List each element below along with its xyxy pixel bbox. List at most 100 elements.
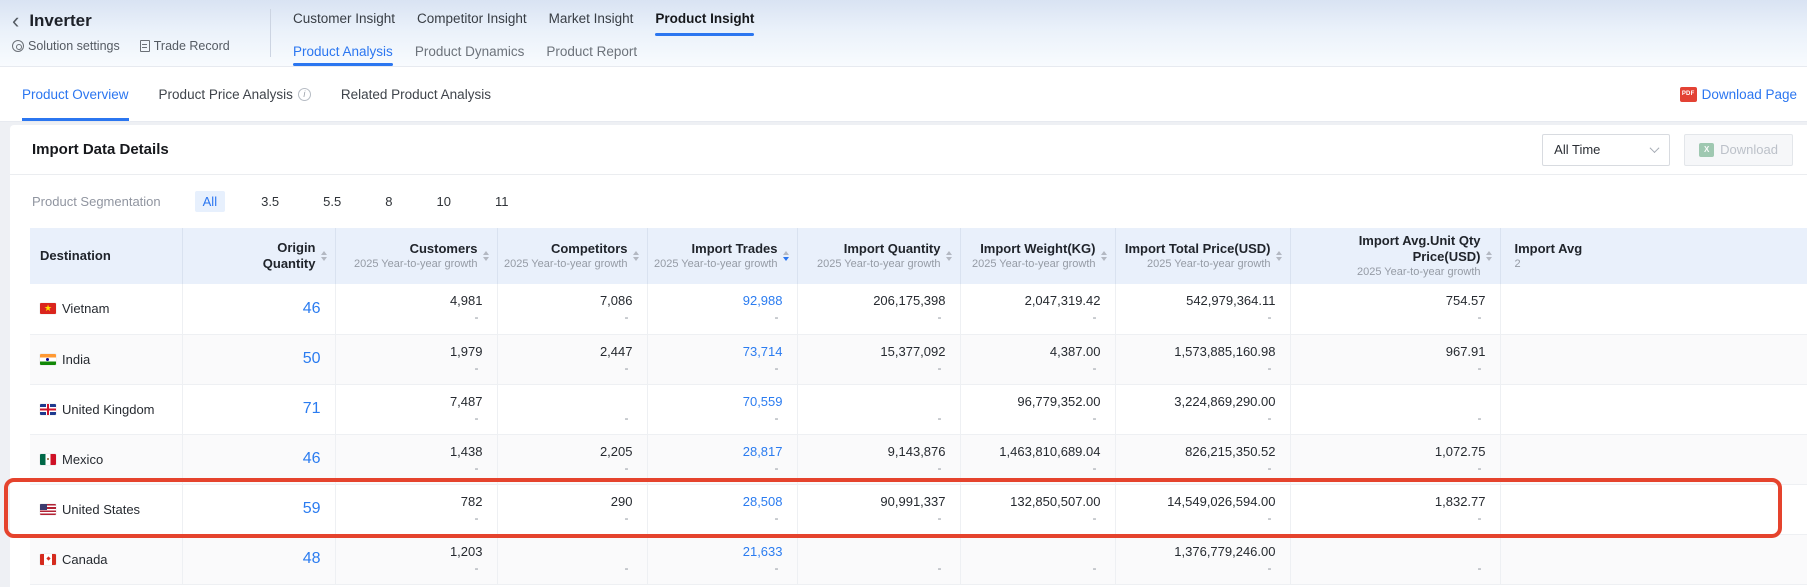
trade-record-label: Trade Record (154, 39, 230, 53)
tab-related-product-analysis[interactable]: Related Product Analysis (341, 67, 491, 121)
destination-label: Vietnam (62, 301, 109, 316)
import-data-table: Destination Origin Quantity Custom (30, 228, 1807, 585)
import-trades-cell: 28,508- (647, 484, 797, 534)
cell-value (1501, 343, 1807, 360)
import-trades-link[interactable]: 92,988 (648, 292, 783, 309)
col-header-import-avg-truncated[interactable]: Import Avg2 (1500, 228, 1807, 284)
tab-product-report[interactable]: Product Report (546, 36, 637, 66)
destination-label: United States (62, 502, 140, 517)
cell-value: 7,487 (336, 393, 483, 410)
gb-flag-icon (40, 404, 56, 415)
sort-icon[interactable] (1276, 251, 1282, 262)
customers-cell: 1,438- (335, 434, 497, 484)
growth-value: - (961, 360, 1101, 376)
sort-icon[interactable] (633, 251, 639, 262)
import-weight-cell: 2,047,319.42- (960, 284, 1115, 334)
vn-flag-icon (40, 303, 56, 314)
download-button-label: Download (1720, 142, 1778, 157)
import-trades-link[interactable]: 73,714 (648, 343, 783, 360)
origin-quantity-cell: 48 (182, 534, 335, 584)
col-header-customers[interactable]: Customers2025 Year-to-year growth (335, 228, 497, 284)
segment-option-all[interactable]: All (195, 191, 225, 212)
import-trades-link[interactable]: 70,559 (648, 393, 783, 410)
import-trades-link[interactable]: 28,508 (648, 493, 783, 510)
growth-value: - (648, 410, 783, 426)
origin-quantity-link[interactable]: 48 (303, 550, 321, 567)
import-total-price-cell: 1,573,885,160.98- (1115, 334, 1290, 384)
solution-settings-link[interactable]: Solution settings (12, 39, 120, 53)
col-header-origin-quantity[interactable]: Origin Quantity (182, 228, 335, 284)
growth-value: - (1116, 410, 1276, 426)
growth-value: - (648, 510, 783, 526)
growth-value: - (1291, 510, 1486, 526)
tab-product-analysis[interactable]: Product Analysis (293, 36, 393, 66)
download-page-button[interactable]: PDF Download Page (1680, 87, 1797, 102)
tab-customer-insight[interactable]: Customer Insight (293, 0, 395, 36)
segment-option-8[interactable]: 8 (377, 191, 400, 212)
segment-option-3-5[interactable]: 3.5 (253, 191, 287, 212)
cell-value (1291, 393, 1486, 410)
segment-option-10[interactable]: 10 (428, 191, 458, 212)
origin-quantity-link[interactable]: 50 (303, 350, 321, 367)
tab-competitor-insight[interactable]: Competitor Insight (417, 0, 527, 36)
col-header-import-total-price[interactable]: Import Total Price(USD)2025 Year-to-year… (1115, 228, 1290, 284)
col-header-import-quantity[interactable]: Import Quantity2025 Year-to-year growth (797, 228, 960, 284)
time-filter-select[interactable]: All Time (1542, 134, 1670, 166)
import-avg-unit-qty-price-cell: - (1290, 534, 1500, 584)
in-flag-icon (40, 354, 56, 365)
tab-product-overview[interactable]: Product Overview (22, 67, 129, 121)
sort-icon[interactable] (321, 251, 327, 262)
growth-value: - (961, 309, 1101, 325)
growth-value: - (961, 410, 1101, 426)
table-body: Vietnam464,981-7,086-92,988-206,175,398-… (30, 284, 1807, 584)
cell-value: 4,387.00 (961, 343, 1101, 360)
import-trades-link[interactable]: 28,817 (648, 443, 783, 460)
sort-icon[interactable] (1486, 251, 1492, 262)
growth-value: - (498, 510, 633, 526)
sort-icon[interactable] (946, 251, 952, 262)
origin-quantity-cell: 46 (182, 434, 335, 484)
growth-value: - (1116, 560, 1276, 576)
import-total-price-cell: 14,549,026,594.00- (1115, 484, 1290, 534)
tab-product-overview-label: Product Overview (22, 87, 129, 102)
growth-value: - (1291, 410, 1486, 426)
tab-market-insight[interactable]: Market Insight (549, 0, 634, 36)
growth-value: - (961, 510, 1101, 526)
tab-product-insight[interactable]: Product Insight (655, 0, 754, 36)
tab-product-price-analysis[interactable]: Product Price Analysis i (159, 67, 311, 121)
info-icon[interactable]: i (298, 88, 311, 101)
col-header-import-trades[interactable]: Import Trades2025 Year-to-year growth (647, 228, 797, 284)
growth-value: - (798, 309, 946, 325)
sort-icon-active-desc[interactable] (783, 251, 789, 262)
segment-option-5-5[interactable]: 5.5 (315, 191, 349, 212)
cell-value: 290 (498, 493, 633, 510)
origin-quantity-link[interactable]: 46 (303, 450, 321, 467)
origin-quantity-cell: 46 (182, 284, 335, 334)
back-icon[interactable]: ‹ (12, 10, 19, 32)
customers-cell: 7,487- (335, 384, 497, 434)
origin-quantity-link[interactable]: 71 (303, 400, 321, 417)
growth-value: - (798, 510, 946, 526)
origin-quantity-cell: 59 (182, 484, 335, 534)
sort-icon[interactable] (483, 251, 489, 262)
segment-option-11[interactable]: 11 (487, 191, 517, 212)
import-trades-cell: 73,714- (647, 334, 797, 384)
trade-record-link[interactable]: Trade Record (140, 39, 230, 53)
origin-quantity-link[interactable]: 59 (303, 500, 321, 517)
col-header-import-weight[interactable]: Import Weight(KG)2025 Year-to-year growt… (960, 228, 1115, 284)
sort-icon[interactable] (1101, 251, 1107, 262)
origin-quantity-cell: 71 (182, 384, 335, 434)
import-trades-link[interactable]: 21,633 (648, 543, 783, 560)
tab-product-price-analysis-label: Product Price Analysis (159, 87, 293, 102)
customers-cell: 1,203- (335, 534, 497, 584)
origin-quantity-link[interactable]: 46 (303, 300, 321, 317)
download-button[interactable]: X Download (1684, 134, 1793, 166)
cell-value: 132,850,507.00 (961, 493, 1101, 510)
competitors-cell: 7,086- (497, 284, 647, 334)
topbar: ‹ Inverter Solution settings Trade Recor… (0, 0, 1807, 66)
import-trades-cell: 92,988- (647, 284, 797, 334)
col-header-competitors[interactable]: Competitors2025 Year-to-year growth (497, 228, 647, 284)
import-avg-cell (1500, 434, 1807, 484)
col-header-import-avg-unit-qty-price[interactable]: Import Avg.Unit Qty Price(USD)2025 Year-… (1290, 228, 1500, 284)
tab-product-dynamics[interactable]: Product Dynamics (415, 36, 525, 66)
